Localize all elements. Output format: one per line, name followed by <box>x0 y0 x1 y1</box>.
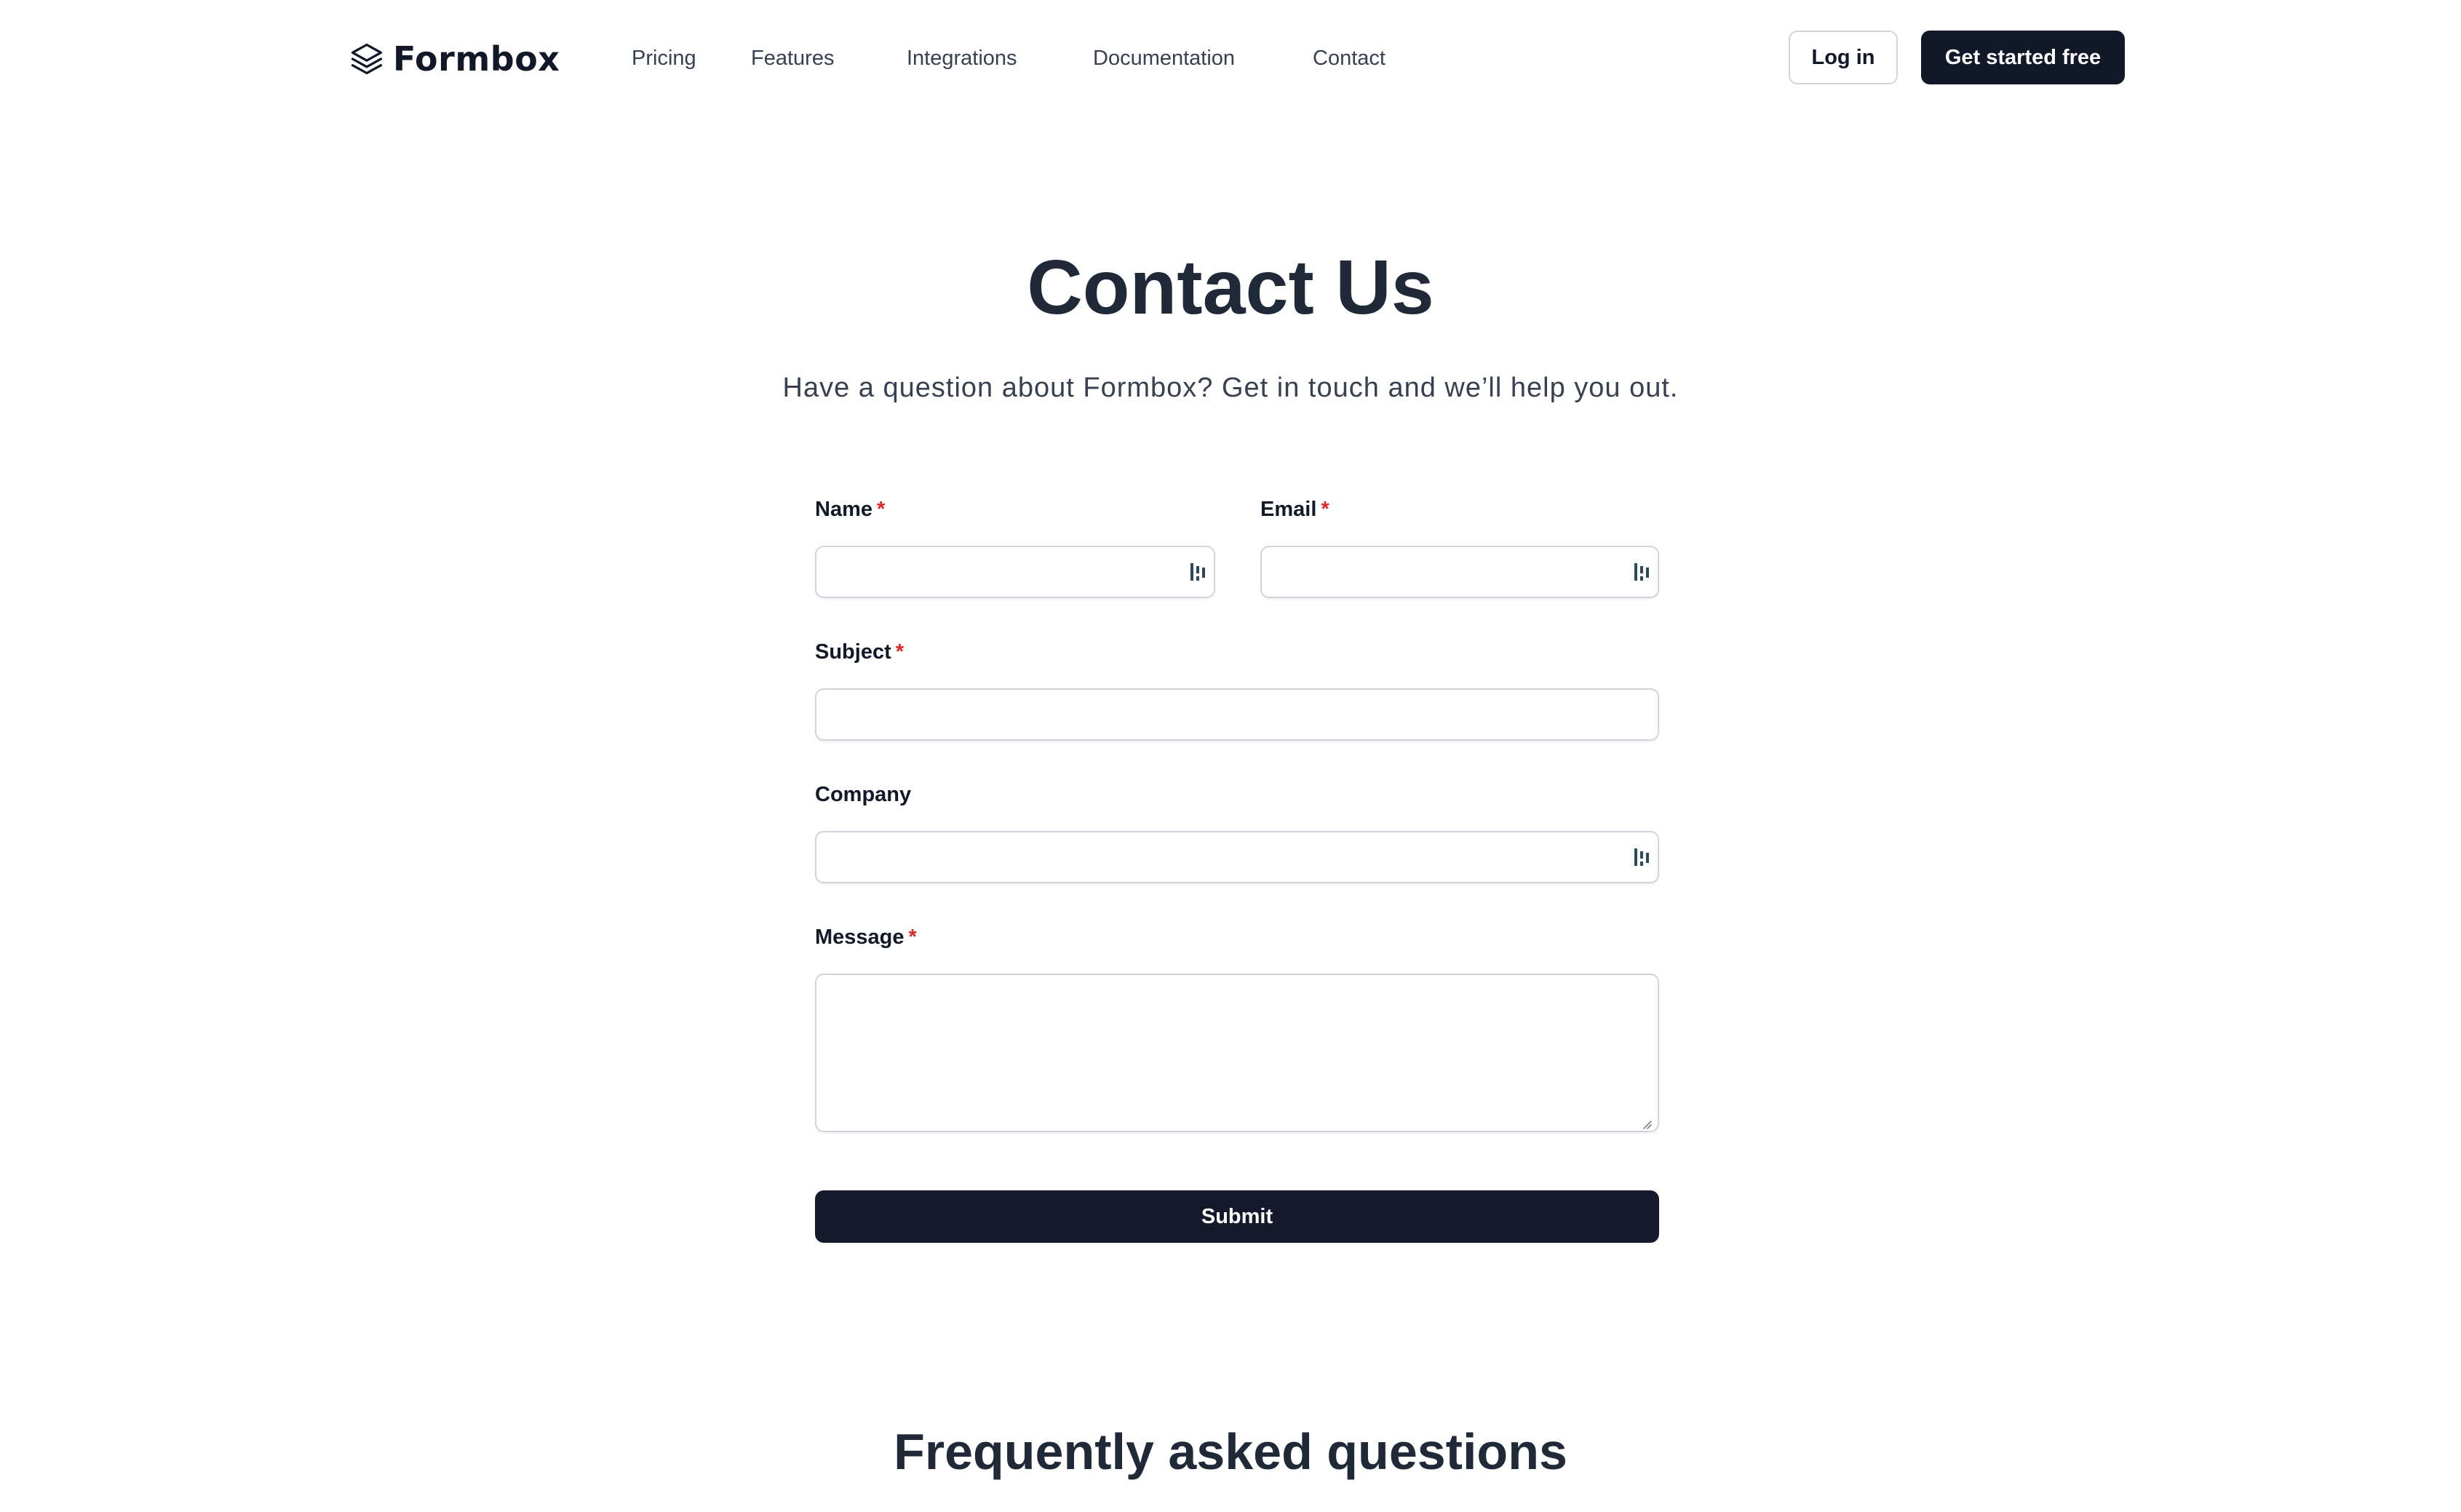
password-manager-icon[interactable] <box>1633 845 1650 869</box>
email-label: Email * <box>1260 495 1659 524</box>
brand-name: Formbox <box>393 39 560 79</box>
name-label-text: Name <box>815 498 872 521</box>
site-header: Formbox Pricing Features Integrations Do… <box>0 0 2461 116</box>
nav-item-documentation[interactable]: Documentation <box>1093 42 1235 74</box>
company-input[interactable] <box>815 831 1659 883</box>
nav-item-pricing[interactable]: Pricing <box>632 42 696 74</box>
brand-logo-link[interactable]: Formbox <box>348 38 560 80</box>
nav-item-integrations[interactable]: Integrations <box>907 42 1017 74</box>
required-asterisk: * <box>908 926 917 949</box>
nav-item-contact[interactable]: Contact <box>1313 42 1385 74</box>
subject-label: Subject * <box>815 637 1659 667</box>
email-field-group: Email * <box>1260 495 1659 600</box>
message-label-text: Message <box>815 926 905 949</box>
subject-field-group: Subject * <box>815 637 1659 742</box>
required-asterisk: * <box>895 640 905 664</box>
name-input[interactable] <box>815 546 1215 598</box>
company-field-group: Company <box>815 780 1659 885</box>
page-subtitle: Have a question about Formbox? Get in to… <box>782 373 1679 403</box>
message-field-group: Message * <box>815 923 1659 1134</box>
login-button[interactable]: Log in <box>1789 31 1898 84</box>
email-label-text: Email <box>1260 498 1317 521</box>
required-asterisk: * <box>877 498 886 521</box>
subject-input[interactable] <box>815 688 1659 741</box>
name-field-group: Name * <box>815 495 1215 600</box>
password-manager-icon[interactable] <box>1633 560 1650 584</box>
email-input[interactable] <box>1260 546 1659 598</box>
page-title: Contact Us <box>1027 244 1434 330</box>
submit-button[interactable]: Submit <box>815 1190 1659 1243</box>
name-label: Name * <box>815 495 1215 524</box>
password-manager-icon[interactable] <box>1189 560 1206 584</box>
resize-handle-icon[interactable] <box>1640 1118 1652 1129</box>
company-label: Company <box>815 780 1659 809</box>
nav-item-features[interactable]: Features <box>751 42 834 74</box>
stacked-layers-icon <box>348 40 386 78</box>
subject-label-text: Subject <box>815 640 891 664</box>
message-label: Message * <box>815 923 1659 952</box>
get-started-button[interactable]: Get started free <box>1921 31 2125 84</box>
company-label-text: Company <box>815 783 912 806</box>
message-textarea[interactable] <box>815 974 1659 1132</box>
faq-title: Frequently asked questions <box>894 1423 1567 1480</box>
required-asterisk: * <box>1321 498 1329 521</box>
